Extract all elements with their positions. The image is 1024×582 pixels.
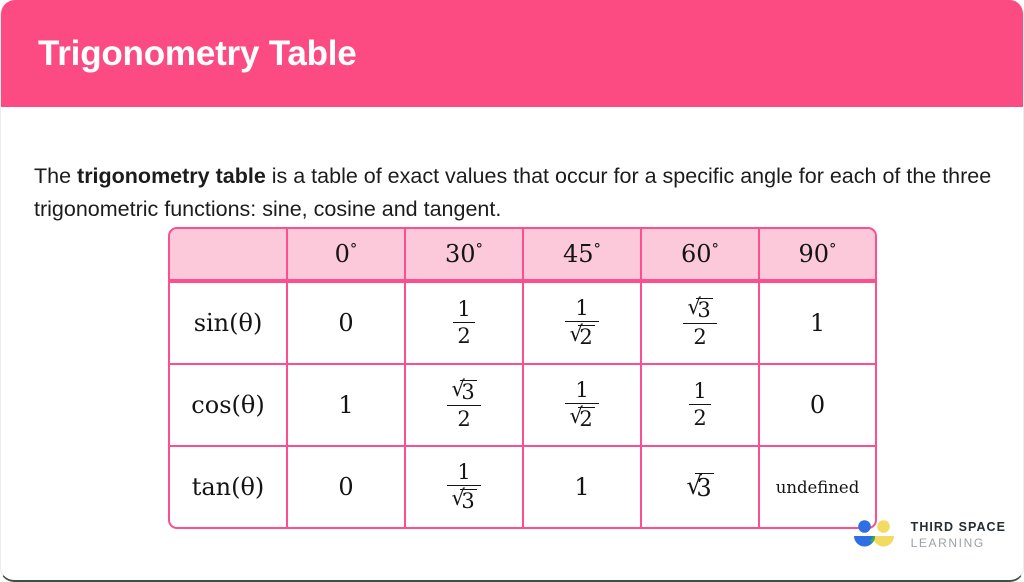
fraction-denominator: 2	[457, 407, 471, 431]
row-label-sin: sin(θ)	[168, 281, 288, 365]
row-label-cos: cos(θ)	[168, 365, 288, 447]
header-bar: Trigonometry Table	[1, 0, 1023, 107]
fraction-denominator: 2	[565, 322, 598, 349]
brand-logo: THIRD SPACE LEARNING	[851, 520, 1006, 550]
header-cell-angle-30: 30°	[406, 227, 524, 281]
radicand: 2	[578, 325, 595, 349]
cell-sin-0: 0	[288, 281, 406, 365]
cell-sin-60: 3 2	[642, 281, 760, 365]
intro-text-bold: trigonometry table	[77, 163, 266, 188]
fraction-numerator: 3	[447, 378, 481, 406]
degree-icon: °	[829, 239, 837, 258]
square-root-icon: 3	[451, 487, 477, 513]
degree-icon: °	[475, 239, 483, 258]
trigonometry-table-container: 0° 30° 45° 60° 90° sin(θ) 0 1 2 1 √ 2 √ …	[168, 227, 877, 529]
fraction-denominator: 2	[693, 325, 707, 349]
degree-icon: °	[593, 239, 601, 258]
cell-tan-60: 3	[642, 447, 760, 529]
cell-tan-90: undefined	[760, 447, 877, 529]
trigonometry-table: 0° 30° 45° 60° 90° sin(θ) 0 1 2 1 √ 2 √ …	[168, 227, 877, 529]
angle-value-90: 90	[798, 240, 830, 269]
fraction-numerator: 1	[689, 380, 711, 405]
square-root-icon: 2	[569, 323, 595, 349]
square-root-icon: 3	[686, 471, 714, 502]
radicand: 3	[696, 298, 713, 323]
fraction-numerator: 1	[565, 297, 599, 322]
cell-cos-30: 3 2	[406, 365, 524, 447]
table-row-tan: tan(θ) 0 1 3 1 3 undefined	[168, 447, 877, 529]
header-cell-angle-0: 0°	[288, 227, 406, 281]
cell-cos-60: 1 2	[642, 365, 760, 447]
cell-cos-0: 1	[288, 365, 406, 447]
table-header-row: 0° 30° 45° 60° 90°	[168, 227, 877, 281]
cell-cos-90: 0	[760, 365, 877, 447]
fraction-denominator: 2	[457, 324, 471, 348]
intro-paragraph: The trigonometry table is a table of exa…	[34, 160, 994, 226]
fraction-numerator: 1	[565, 379, 599, 404]
fraction-one-over-root-three: 1 3	[447, 461, 481, 513]
intro-text-part1: The	[34, 163, 78, 188]
fraction-one-half: 1 2	[689, 380, 711, 430]
header-cell-corner	[168, 227, 288, 281]
page-title: Trigonometry Table	[38, 33, 357, 73]
radicand: 3	[460, 380, 477, 405]
radicand: 3	[695, 473, 714, 502]
square-root-icon: 3	[451, 378, 477, 405]
row-label-tan: tan(θ)	[168, 447, 288, 529]
fraction-one-half: 1 2	[453, 298, 475, 348]
logo-mark-svg	[853, 520, 894, 547]
degree-icon: °	[349, 239, 358, 258]
angle-value-60: 60	[681, 240, 712, 269]
fraction-denominator: 3	[447, 486, 480, 513]
radicand: 3	[460, 489, 477, 513]
cell-tan-45: 1	[524, 447, 642, 529]
fraction-denominator: 2	[565, 404, 598, 431]
fraction-root-three-over-two: 3 2	[683, 296, 717, 349]
table-body: sin(θ) 0 1 2 1 2	[168, 281, 877, 529]
slide-canvas: Trigonometry Table The trigonometry tabl…	[0, 0, 1024, 582]
table-row-cos: cos(θ) 1 3 2 1 2	[168, 365, 877, 447]
fraction-one-over-root-two: 1 2	[565, 297, 599, 349]
fraction-numerator: 1	[453, 298, 475, 323]
cell-sin-45: 1 2	[524, 281, 642, 365]
fraction-numerator: 1	[447, 461, 481, 486]
degree-icon: °	[711, 239, 719, 258]
fraction-denominator: 2	[693, 406, 707, 430]
cell-tan-0: 0	[288, 447, 406, 529]
fraction-one-over-root-two: 1 2	[565, 379, 599, 431]
square-root-icon: 2	[569, 405, 595, 431]
cell-tan-30: 1 3	[406, 447, 524, 529]
table-header: 0° 30° 45° 60° 90°	[168, 227, 877, 281]
angle-value-30: 30	[445, 240, 476, 269]
table-row-sin: sin(θ) 0 1 2 1 2	[168, 281, 877, 365]
header-cell-angle-45: 45°	[524, 227, 642, 281]
fraction-root-three-over-two: 3 2	[447, 378, 481, 431]
header-cell-angle-90: 90°	[760, 227, 877, 281]
logo-wordmark: THIRD SPACE LEARNING	[911, 521, 1006, 549]
cell-cos-45: 1 2	[524, 365, 642, 447]
cell-sin-30: 1 2	[406, 281, 524, 365]
cell-sin-90: 1	[760, 281, 877, 365]
angle-value-45: 45	[563, 240, 594, 269]
logo-line-1: THIRD SPACE	[910, 520, 1006, 535]
radicand: 2	[578, 407, 595, 431]
angle-value-0: 0	[334, 240, 350, 269]
header-cell-angle-60: 60°	[642, 227, 760, 281]
logo-line-2: LEARNING	[910, 535, 985, 550]
square-root-icon: 3	[687, 296, 713, 323]
fraction-numerator: 3	[683, 296, 717, 324]
third-space-learning-logo-icon	[851, 520, 901, 550]
